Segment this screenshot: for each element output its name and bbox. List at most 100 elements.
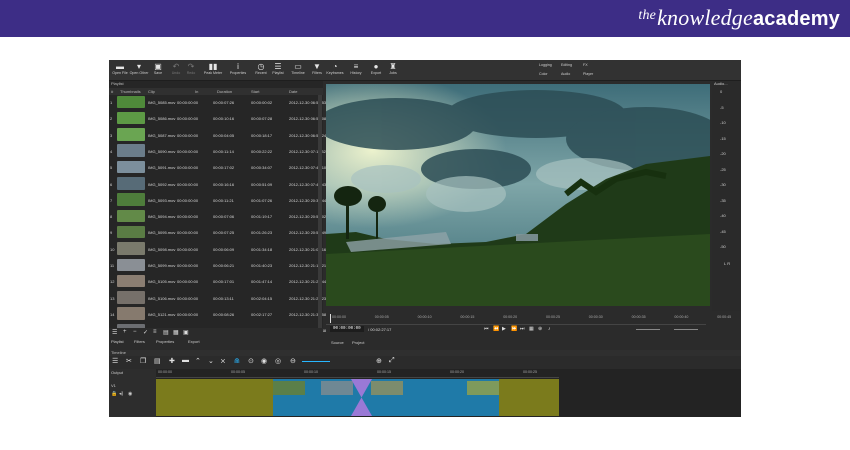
grid-view-icon[interactable]: ▣ [183,329,189,336]
column-header[interactable]: Duration [217,89,232,94]
tab-filters[interactable]: Filters [134,339,145,344]
timeline-ruler[interactable]: 00:00:00 00:00:05 00:00:10 00:00:15 00:00:20… [156,369,559,378]
cell-clip: IMG_5098.mov [148,246,176,252]
skip-start-icon[interactable]: ⏮ [484,326,489,332]
add-icon[interactable]: + [123,329,127,335]
detail-view-icon[interactable]: ▤ [163,329,169,336]
out-point-slider[interactable] [674,329,698,330]
layout-audio[interactable]: Audio [561,72,570,76]
append-icon[interactable]: ✚ [169,357,175,365]
scrub-icon[interactable]: ⊙ [248,357,254,365]
table-row[interactable]: 2 IMG_5086.mov 00:00:00:00 00:00:10:16 00:00… [109,111,326,125]
remove-icon[interactable]: − [133,329,137,335]
table-row[interactable]: 10 IMG_5098.mov 00:00:00:00 00:00:06:09 00:0… [109,242,326,256]
timeline-toolbar: ☰ ✂ ❐ ▤ ✚ ▬ ⌃ ⌄ ⨯ ⋒ ⊙ ◉ ◎ ⊖ ⊕ ⤢ [109,356,741,368]
table-row[interactable]: 1 IMG_5085.mov 00:00:00:00 00:00:07:26 00:00… [109,95,326,109]
check-icon[interactable]: ✓ [143,329,148,336]
layout-color[interactable]: Color [539,72,548,76]
timeline-menu-icon[interactable]: ☰ [112,357,118,365]
remove-clip-icon[interactable]: ▬ [182,357,189,364]
column-header[interactable]: Thumbnails [120,89,141,94]
timeline-tick-label: 00:00:00 [158,370,172,374]
volume-icon[interactable]: ♪ [548,326,551,332]
toolbar-properties-button[interactable]: i Properties [227,62,249,76]
play-icon[interactable]: ▶ [502,326,506,332]
table-row[interactable]: 13 IMG_5106.mov 00:00:00:00 00:00:13:11 00:0… [109,291,326,305]
column-header[interactable]: Start [251,89,259,94]
cut-icon[interactable]: ✂ [126,357,132,365]
table-row[interactable]: 9 IMG_5095.mov 00:00:00:00 00:00:07:25 00:01… [109,225,326,239]
table-row[interactable]: 8 IMG_5094.mov 00:00:00:00 00:00:07:06 00:01… [109,209,326,223]
layout-fx[interactable]: FX [583,63,588,67]
eye-icon[interactable]: ◉ [128,391,132,397]
video-preview[interactable] [326,84,710,306]
toolbar-peak-meter-button[interactable]: ▮▮ Peak Meter [202,62,224,76]
tab-properties[interactable]: Properties [156,339,174,344]
ripple-all-icon[interactable]: ◎ [275,357,281,365]
table-row[interactable]: 7 IMG_5093.mov 00:00:00:00 00:00:11:21 00:01… [109,193,326,207]
clip-thumbnail [117,160,145,174]
skip-end-icon[interactable]: ⏭ [520,326,525,332]
rewind-icon[interactable]: ⏪ [493,326,499,332]
lock-icon[interactable]: 🔒 [111,391,117,397]
layout-player[interactable]: Player [583,72,593,76]
cell-start: 00:00:18:17 [251,132,273,138]
paste-icon[interactable]: ▤ [154,357,161,365]
playlist-panel: Playlist # Thumbnails Clip In Duration Start D… [109,81,326,341]
table-row[interactable]: 12 IMG_5105.mov 00:00:00:00 00:00:17:01 00:0… [109,274,326,288]
mute-icon[interactable]: ◂) [119,391,123,397]
table-row[interactable]: 4 IMG_5090.mov 00:00:00:00 00:00:11:14 00:00… [109,144,326,158]
toolbar-redo-button[interactable]: ↷ Redo [180,62,202,76]
tab-playlist[interactable]: Playlist [111,339,124,344]
timecode-field[interactable]: 00:00:00:00 [330,326,364,332]
row-number: 7 [110,197,113,203]
ripple-icon[interactable]: ◉ [261,357,267,365]
table-row[interactable]: 5 IMG_5091.mov 00:00:00:00 00:00:17:02 00:00… [109,160,326,174]
table-row[interactable]: 3 IMG_5087.mov 00:00:00:00 00:00:04:05 00:00… [109,128,326,142]
meter-level-label: -35 [720,197,726,203]
toolbar-history-button[interactable]: ≡ History [345,62,367,76]
split-icon[interactable]: ⨯ [220,357,226,365]
row-number: 1 [110,100,113,105]
toolbar-playlist-button[interactable]: ☰ Playlist [267,62,289,76]
toolbar-keyframes-button[interactable]: ◔ Keyframes [324,62,346,76]
playlist-scrollbar[interactable] [318,95,322,330]
toolbar-jobs-button[interactable]: ♜ Jobs [382,62,404,76]
column-header[interactable]: In [195,89,198,94]
column-header[interactable]: Clip [148,89,155,94]
column-header[interactable]: # [111,89,113,94]
list-view-icon[interactable]: ≡ [153,329,157,335]
in-point-slider[interactable] [636,329,660,330]
column-header[interactable]: Date [289,89,297,94]
menu-icon[interactable]: ☰ [112,329,117,336]
transport-bar: 00:00:00:00 / 00:02:27:17 ⏮ ⏪ ▶ ⏩ ⏭ ▦ ⊕ … [326,324,710,336]
overwrite-icon[interactable]: ⌄ [208,357,214,365]
snap-icon[interactable]: ⋒ [234,357,240,365]
tab-export[interactable]: Export [188,339,200,344]
fast-forward-icon[interactable]: ⏩ [511,326,517,332]
clip-thumbnail [117,177,145,190]
track-name: V1 [111,383,116,388]
transition-marker[interactable] [351,379,372,416]
table-row[interactable]: 6 IMG_5092.mov 00:00:00:00 00:00:16:16 00:00… [109,177,326,191]
playhead[interactable] [330,314,331,323]
timeline-tick-label: 00:00:25 [523,370,537,374]
table-row[interactable]: 11 IMG_5099.mov 00:00:00:00 00:00:06:21 00:0… [109,258,326,272]
timeline-tick-label: 00:00:15 [377,370,391,374]
grid-icon[interactable]: ▦ [529,326,534,332]
lift-icon[interactable]: ⌃ [195,357,201,365]
copy-icon[interactable]: ❐ [140,357,146,365]
layout-logging[interactable]: Logging [539,63,552,67]
tab-project[interactable]: Project [352,340,364,345]
meter-level-label: 0 [720,89,723,94]
tab-source[interactable]: Source [331,340,344,345]
layout-editing[interactable]: Editing [561,63,572,67]
icon-view-icon[interactable]: ▦ [173,329,179,336]
zoom-fit-icon[interactable]: ⤢ [389,357,395,365]
table-row[interactable]: 14 IMG_5121.mov 00:00:00:00 00:00:08:26 00:0… [109,307,326,321]
zoom-slider[interactable] [302,361,330,362]
zoom-icon[interactable]: ⊕ [538,326,542,332]
zoom-in-icon[interactable]: ⊕ [376,357,382,365]
zoom-out-icon[interactable]: ⊖ [290,357,296,365]
brand-banner: theknowledgeacademy [0,0,850,37]
